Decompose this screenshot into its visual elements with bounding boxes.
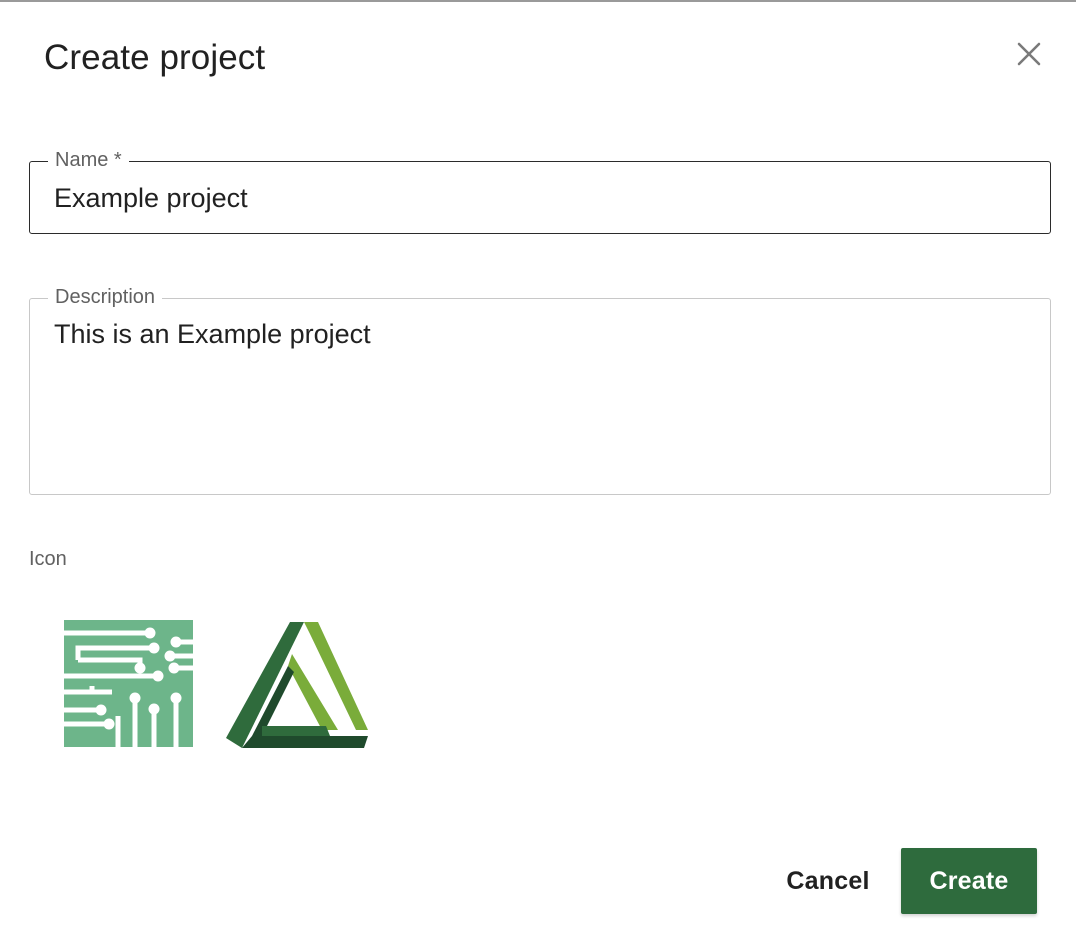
cancel-button[interactable]: Cancel	[772, 848, 884, 914]
penrose-triangle-icon	[226, 622, 368, 748]
create-button[interactable]: Create	[901, 848, 1037, 914]
icon-section-label: Icon	[29, 548, 67, 570]
create-project-dialog: Create project Name * Example project De…	[0, 0, 1076, 930]
dialog-title: Create project	[44, 38, 266, 77]
icon-option-circuit[interactable]	[64, 620, 194, 748]
description-field-label: Description	[48, 285, 163, 309]
description-textarea[interactable]: This is an Example project	[54, 318, 371, 350]
name-field[interactable]: Name * Example project	[29, 148, 1051, 234]
circuit-board-icon	[64, 620, 193, 747]
close-icon	[1017, 42, 1041, 66]
description-field[interactable]: Description This is an Example project	[29, 285, 1051, 495]
name-input[interactable]: Example project	[54, 182, 248, 214]
icon-option-triangle[interactable]	[222, 620, 370, 750]
name-field-label: Name *	[48, 148, 129, 172]
close-button[interactable]	[1010, 35, 1048, 73]
